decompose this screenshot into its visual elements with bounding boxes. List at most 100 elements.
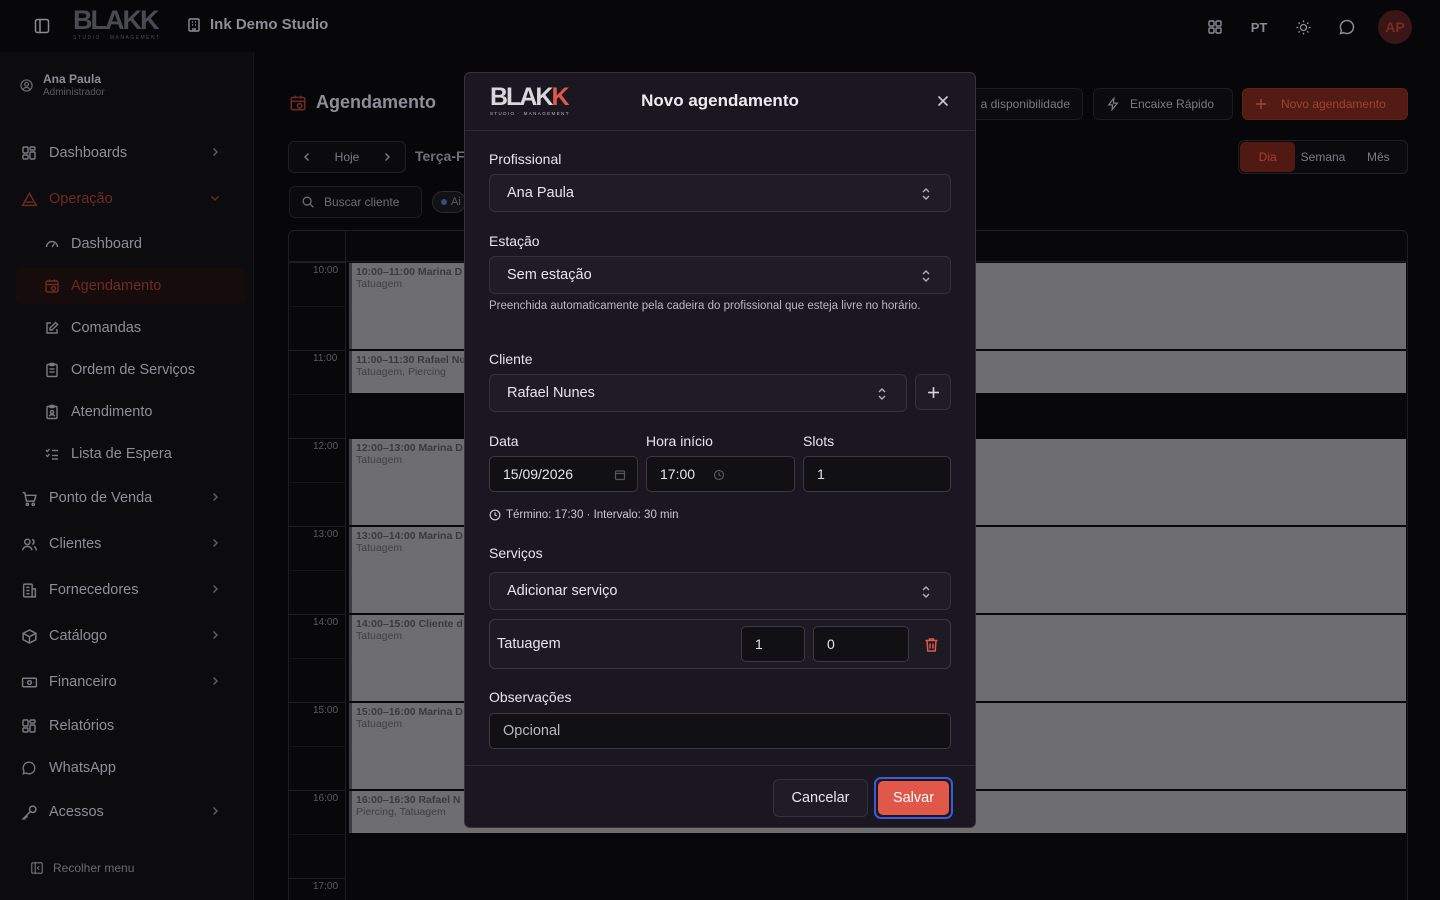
user-profile[interactable]: Ana Paula Administrador: [20, 72, 105, 98]
hour-label: 11:00: [313, 353, 338, 364]
client-select[interactable]: Rafael Nunes: [489, 374, 907, 412]
start-time-input[interactable]: 17:00: [646, 456, 795, 492]
view-day-button[interactable]: Dia: [1240, 142, 1296, 172]
user-circle-icon: [20, 78, 33, 92]
add-service-placeholder: Adicionar serviço: [507, 583, 618, 599]
chevron-right-icon: [209, 146, 221, 158]
add-client-button[interactable]: [915, 374, 951, 410]
notes-placeholder: Opcional: [503, 723, 561, 739]
sidebar-item-relatorios[interactable]: Relatórios: [16, 708, 246, 744]
new-appointment-button[interactable]: Novo agendamento: [1242, 88, 1408, 120]
key-icon: [20, 803, 38, 821]
hour-line: [289, 438, 346, 439]
sidebar-item-ponto-venda[interactable]: Ponto de Venda: [16, 480, 246, 516]
sidebar-subitem-label: Dashboard: [71, 236, 142, 252]
client-label: Cliente: [489, 351, 533, 367]
view-week-button[interactable]: Semana: [1295, 142, 1350, 172]
theme-toggle[interactable]: [1290, 11, 1316, 43]
sidebar-subitem-agendamento[interactable]: Agendamento: [16, 268, 246, 304]
hour-line: [289, 614, 346, 615]
page-title-text: Agendamento: [316, 92, 437, 112]
clock-icon: [489, 509, 501, 521]
notes-input[interactable]: Opcional: [489, 713, 951, 749]
chevrons-up-down-icon: [920, 269, 932, 283]
apps-button[interactable]: [1202, 11, 1228, 43]
cancel-button[interactable]: Cancelar: [773, 779, 868, 817]
sidebar-subitem-lista-espera[interactable]: Lista de Espera: [40, 436, 246, 472]
sidebar-subitem-comandas[interactable]: Comandas: [40, 310, 246, 346]
clipboard-icon: [44, 362, 60, 378]
filter-chip[interactable]: Ai: [432, 191, 466, 213]
view-month-button[interactable]: Mês: [1351, 142, 1406, 172]
sidebar-item-whatsapp[interactable]: WhatsApp: [16, 750, 246, 786]
chevron-right-icon: [209, 583, 221, 595]
sidebar: Ana Paula Administrador Dashboards Opera…: [0, 52, 254, 900]
service-quantity-input[interactable]: 1: [741, 626, 805, 662]
sidebar-item-operacao[interactable]: Operação: [16, 181, 246, 217]
today-button[interactable]: Hoje: [335, 150, 360, 164]
chat-button[interactable]: [1334, 11, 1360, 43]
collapse-menu-button[interactable]: Recolher menu: [30, 861, 134, 875]
quick-fit-label: Encaixe Rápido: [1130, 97, 1215, 111]
calendar-picker-icon[interactable]: [614, 469, 626, 481]
sidebar-collapse-icon: [30, 861, 44, 875]
chat-icon: [1338, 18, 1356, 36]
users-icon: [20, 535, 38, 553]
sidebar-item-label: Dashboards: [49, 145, 128, 161]
sidebar-toggle-icon[interactable]: [33, 17, 51, 35]
start-time-value: 17:00: [660, 466, 696, 482]
sidebar-subitem-atendimento[interactable]: Atendimento: [40, 394, 246, 430]
save-button[interactable]: Salvar: [874, 777, 953, 819]
chevron-right-icon[interactable]: [381, 151, 393, 163]
start-time-label: Hora início: [646, 433, 713, 449]
station-hint: Preenchida automaticamente pela cadeira …: [489, 300, 921, 312]
sidebar-subitem-ordem-servicos[interactable]: Ordem de Serviços: [40, 352, 246, 388]
new-appointment-dialog: BLAKK STUDIO · MANAGEMENT Novo agendamen…: [464, 72, 976, 828]
language-button[interactable]: PT: [1246, 11, 1272, 43]
sidebar-item-clientes[interactable]: Clientes: [16, 526, 246, 562]
sidebar-item-acessos[interactable]: Acessos: [16, 794, 246, 830]
chip-dot: [441, 199, 447, 205]
hour-label: 12:00: [313, 441, 339, 452]
grid-icon: [20, 717, 38, 735]
sidebar-item-dashboards[interactable]: Dashboards: [16, 135, 246, 171]
sidebar-item-fornecedores[interactable]: Fornecedores: [16, 572, 246, 608]
date-label: Data: [489, 433, 519, 449]
app-logo[interactable]: BLAKK STUDIO · MANAGEMENT: [73, 6, 165, 46]
client-search-input[interactable]: Buscar cliente: [289, 186, 422, 218]
add-service-select[interactable]: Adicionar serviço: [489, 572, 951, 610]
chevron-right-icon: [209, 491, 221, 503]
hour-label: 15:00: [313, 705, 339, 716]
availability-button[interactable]: a disponibilidade: [966, 88, 1083, 120]
trash-icon[interactable]: [923, 636, 939, 653]
page-title: Agendamento: [289, 92, 436, 113]
service-price-value: 0: [827, 636, 835, 652]
user-name: Ana Paula: [43, 72, 102, 86]
sidebar-item-label: Clientes: [49, 536, 102, 552]
close-icon[interactable]: [935, 93, 951, 109]
slots-input[interactable]: 1: [803, 456, 951, 492]
save-label: Salvar: [878, 781, 949, 815]
date-input[interactable]: 15/09/2026: [489, 456, 638, 492]
chevron-left-icon[interactable]: [301, 151, 313, 163]
sidebar-item-label: Catálogo: [49, 628, 108, 644]
station-select[interactable]: Sem estação: [489, 256, 951, 294]
professional-select[interactable]: Ana Paula: [489, 174, 951, 212]
current-date-label: Terça-F: [415, 148, 465, 164]
chat-icon: [20, 759, 38, 777]
quick-fit-button[interactable]: Encaixe Rápido: [1093, 88, 1233, 120]
sidebar-item-financeiro[interactable]: Financeiro: [16, 664, 246, 700]
chevrons-up-down-icon: [920, 585, 932, 599]
studio-name[interactable]: Ink Demo Studio: [186, 16, 328, 33]
sidebar-item-catalogo[interactable]: Catálogo: [16, 618, 246, 654]
sidebar-subitem-dashboard[interactable]: Dashboard: [40, 226, 246, 262]
avatar[interactable]: AP: [1378, 10, 1412, 44]
service-price-input[interactable]: 0: [813, 626, 909, 662]
hour-line: [289, 262, 346, 263]
edit-icon: [44, 320, 60, 336]
end-time-text: Término: 17:30 · Intervalo: 30 min: [506, 509, 679, 521]
half-hour-line: [289, 394, 346, 395]
clock-picker-icon[interactable]: [713, 469, 725, 481]
professional-value: Ana Paula: [507, 185, 574, 201]
client-value: Rafael Nunes: [507, 385, 595, 401]
